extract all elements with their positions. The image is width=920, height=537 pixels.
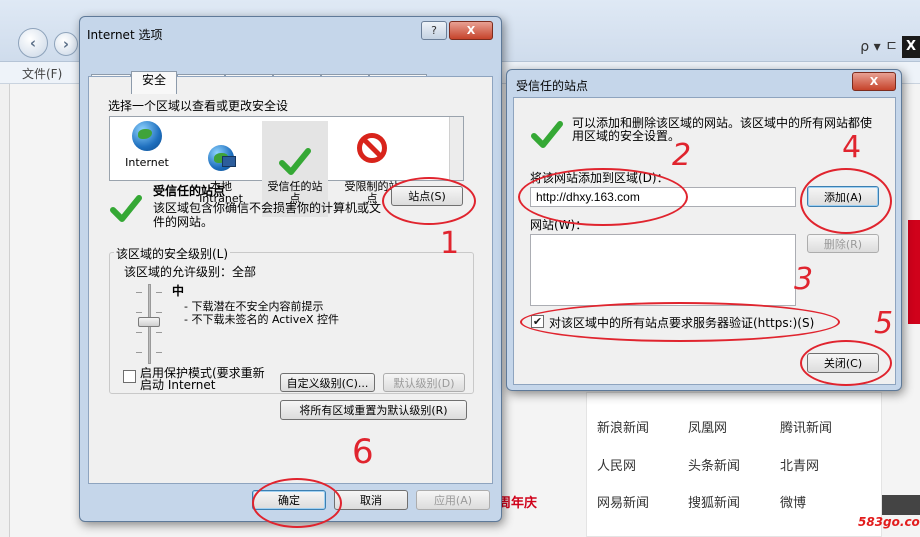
protected-mode-checkbox[interactable] [123,370,136,383]
selected-zone-desc: 该区域包含你确信不会损害你的计算机或文 件的网站。 [153,201,382,229]
cancel-button[interactable]: 取消 [334,490,408,510]
close-dialog-button[interactable]: 关闭(C) [807,353,879,373]
zone-label: Internet [125,156,169,169]
red-heading-text: 周年庆 [498,496,538,511]
browser-close-fragment[interactable]: X [902,36,920,58]
internet-options-dialog: Internet 选项 ? X 常规 安全 隐私 内容 连接 程序 高级 选择一… [79,16,502,522]
news-links-panel: 新浪新闻 凤凰网 腾讯新闻 人民网 头条新闻 北青网 网易新闻 搜狐新闻 微博 [586,392,882,537]
checkmark-icon [110,195,142,222]
close-button[interactable]: X [852,72,896,91]
intranet-icon [204,133,238,171]
require-https-label: 对该区域中的所有站点要求服务器验证(https:)(S) [549,316,815,330]
news-link[interactable]: 头条新闻 [688,455,740,474]
globe-icon [130,121,164,155]
forward-button[interactable]: › [54,32,78,56]
info-text: 可以添加和删除该区域的网站。该区域中的所有网站都使 用区域的安全设置。 [572,116,873,143]
level-point: - 下载潜在不安全内容前提示 [184,300,324,313]
slider-thumb[interactable] [138,317,160,327]
red-banner [908,220,920,324]
checkmark-icon [531,121,563,148]
dialog-title: Internet 选项 [87,28,163,42]
news-link[interactable]: 北青网 [780,455,819,474]
forward-arrow-icon: › [62,35,70,53]
help-icon: ? [431,24,437,37]
security-level-label: 该区域的安全级别(L) [114,245,231,262]
back-arrow-icon: ‹ [29,34,37,52]
search-dropdown-icon[interactable]: ρ ▾ ㄷ [860,36,898,56]
level-name: 中 [172,284,185,298]
news-link[interactable]: 腾讯新闻 [780,417,832,436]
news-link[interactable]: 人民网 [597,455,636,474]
require-https-checkbox[interactable]: ✔ [531,315,544,328]
security-tab-panel: 选择一个区域以查看或更改安全设 Internet 本地 Intranet 受信任… [88,76,493,484]
security-slider[interactable] [134,282,164,366]
news-link[interactable]: 微博 [780,492,806,511]
default-level-button[interactable]: 默认级别(D) [383,373,465,392]
news-link[interactable]: 搜狐新闻 [688,492,740,511]
left-scroll-strip [0,84,10,537]
remove-button[interactable]: 删除(R) [807,234,879,253]
level-point: - 不下载未签名的 ActiveX 控件 [184,313,340,326]
apply-button[interactable]: 应用(A) [416,490,490,510]
news-link[interactable]: 新浪新闻 [597,417,649,436]
dialog-title: 受信任的站点 [516,79,589,93]
close-icon: X [869,75,879,88]
add-button[interactable]: 添加(A) [807,186,879,207]
allowed-levels-text: 该区域的允许级别：全部 [124,265,257,279]
add-site-value: http://dhxy.163.com [536,190,640,204]
news-link[interactable]: 网易新闻 [597,492,649,511]
zone-internet[interactable]: Internet [116,121,178,169]
checkmark-icon [278,133,312,175]
websites-list[interactable] [530,234,796,306]
dark-corner-block [882,495,920,515]
custom-level-button[interactable]: 自定义级别(C)... [280,373,375,392]
close-icon: X [466,24,476,37]
watermark: 583go.com [858,515,920,529]
add-site-input[interactable]: http://dhxy.163.com [530,187,796,207]
info-checkmark [530,118,564,155]
selected-zone-title: 受信任的站点 [153,184,226,198]
news-link[interactable]: 凤凰网 [688,417,727,436]
no-entry-icon [355,133,389,167]
help-button[interactable]: ? [421,21,447,40]
zone-prompt: 选择一个区域以查看或更改安全设 [108,99,289,113]
sites-button[interactable]: 站点(S) [391,186,463,206]
protected-mode-label: 启用保护模式(要求重新 启动 Internet [140,367,265,391]
zone-list-scrollbar[interactable] [449,117,463,180]
websites-label: 网站(W)： [530,218,588,232]
trusted-sites-panel: 可以添加和删除该区域的网站。该区域中的所有网站都使 用区域的安全设置。 将该网站… [513,97,896,385]
close-button[interactable]: X [449,21,493,40]
menu-file[interactable]: 文件(F) [22,65,62,82]
trusted-zone-icon [109,192,143,229]
zone-list: Internet 本地 Intranet 受信任的站 点 受限制的站 点 [109,116,464,217]
tab-security[interactable]: 安全 [131,71,177,94]
ok-button[interactable]: 确定 [252,490,326,510]
trusted-sites-dialog: 受信任的站点 X 可以添加和删除该区域的网站。该区域中的所有网站都使 用区域的安… [506,69,902,391]
back-button[interactable]: ‹ [18,28,48,58]
reset-all-zones-button[interactable]: 将所有区域重置为默认级别(R) [280,400,467,420]
add-site-label: 将该网站添加到区域(D)： [530,171,669,185]
checkbox-check-icon: ✔ [532,315,543,328]
